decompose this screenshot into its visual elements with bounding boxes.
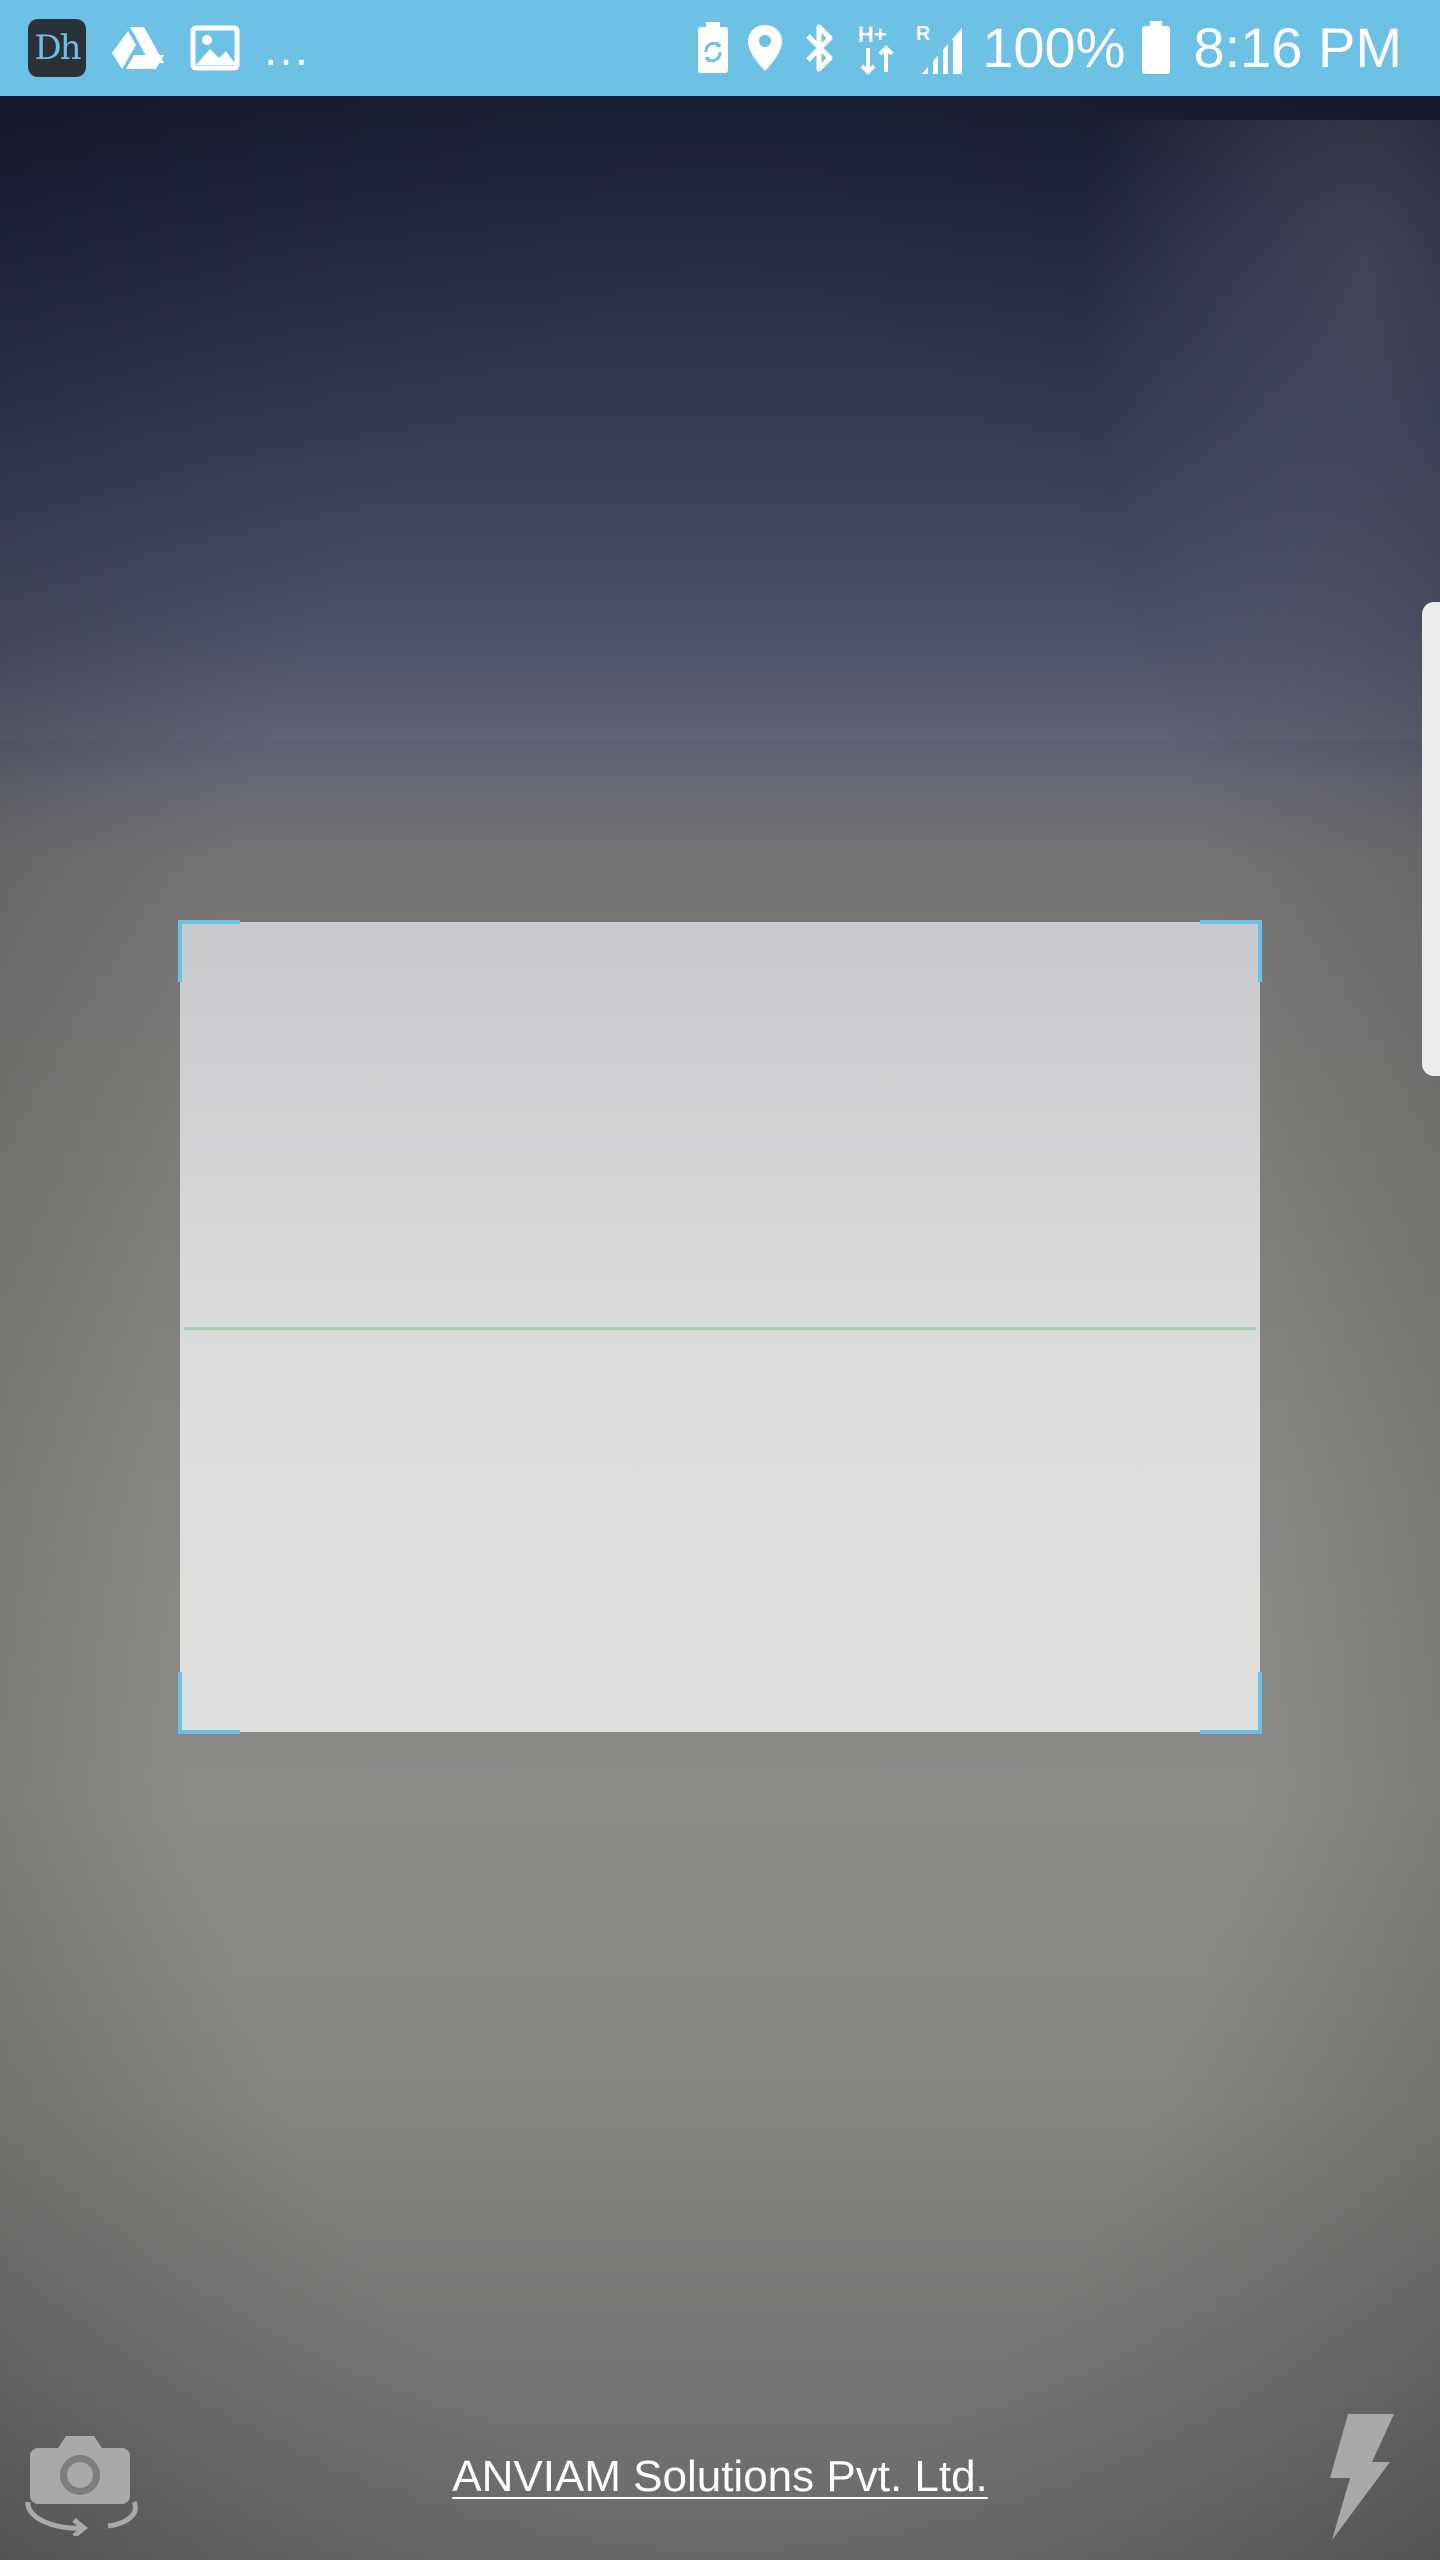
status-bar-system: H+ R 100% 8:16 PM: [696, 0, 1402, 96]
scan-line: [184, 1327, 1256, 1330]
scan-frame: [178, 920, 1262, 1734]
battery-percent: 100%: [982, 16, 1126, 79]
svg-text:R: R: [916, 23, 931, 45]
edge-panel-handle[interactable]: [1422, 602, 1440, 1076]
svg-text:H+: H+: [858, 22, 887, 47]
status-bar: Dh ... H+ R 100% 8:16 PM: [0, 0, 1440, 96]
company-name[interactable]: ANVIAM Solutions Pvt. Ltd.: [452, 2452, 988, 2501]
scan-corner-top-left: [178, 920, 240, 982]
scan-corner-bottom-left: [178, 1672, 240, 1734]
location-icon: [746, 23, 784, 73]
overflow-ellipsis: ...: [264, 26, 311, 75]
battery-icon: [1141, 21, 1171, 75]
status-bar-notifications: Dh ...: [28, 0, 310, 96]
signal-roaming-icon: R: [916, 20, 966, 76]
company-link[interactable]: ANVIAM Solutions Pvt. Ltd.: [0, 2452, 1440, 2502]
drive-icon: [110, 25, 166, 71]
scan-corner-bottom-right: [1200, 1672, 1262, 1734]
clock: 8:16 PM: [1193, 16, 1402, 79]
scan-corner-top-right: [1200, 920, 1262, 982]
flash-toggle-button[interactable]: [1318, 2412, 1396, 2542]
bluetooth-icon: [800, 22, 840, 74]
preview-highlight: [1080, 120, 1440, 820]
app-notification-icon: Dh: [28, 19, 86, 77]
camera-preview: Dh ... H+ R 100% 8:16 PM ANVIAM Solution…: [0, 0, 1440, 2560]
network-hplus-icon: H+: [856, 20, 900, 76]
flash-icon: [1330, 2414, 1394, 2540]
image-icon: [190, 25, 240, 71]
preview-edge: [0, 740, 1440, 780]
battery-saver-icon: [696, 22, 730, 74]
